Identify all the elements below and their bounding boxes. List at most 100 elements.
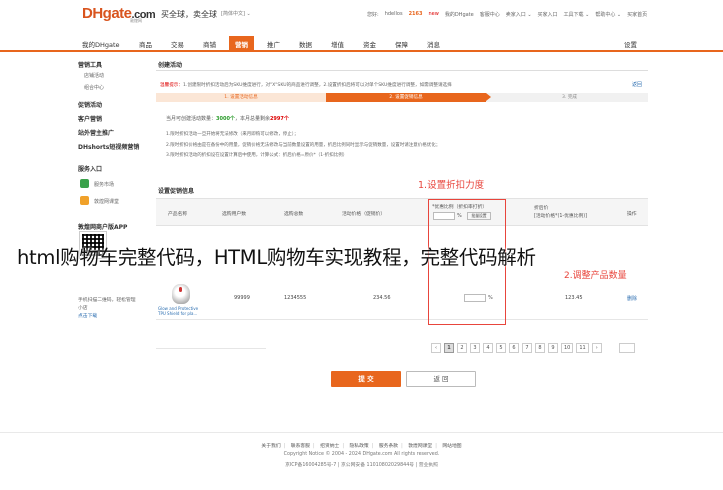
nav-messages[interactable]: 消息 <box>427 39 440 49</box>
logo-text: DHgate <box>82 5 132 22</box>
col-final-price-formula: [活动价格*(1-优惠比例)] <box>534 214 588 219</box>
pager-divider <box>156 348 266 349</box>
overlay-watermark-title: html购物车完整代码，HTML购物车实现教程，完整代码解析 <box>17 246 536 269</box>
top-link-tools[interactable]: 工具下载 ⌄ <box>564 11 590 18</box>
top-link-help[interactable]: 帮助中心 ⌄ <box>595 11 621 18</box>
pager-prev[interactable]: ‹ <box>431 343 441 353</box>
col-final-price: 折后价 <box>534 206 549 211</box>
count-middle: ，本月总量剩余 <box>234 116 270 122</box>
tip-prefix: 温馨提示： <box>160 83 183 88</box>
footer-license[interactable]: 京ICP备16004285号-7 | 京公网安备 11010802029844号… <box>0 461 723 468</box>
annotation-discount: 1.设置折扣力度 <box>418 180 485 191</box>
step-activity-info: 1. 设置活动信息 <box>156 93 326 102</box>
top-link-seller[interactable]: 卖家入口 ⌄ <box>506 11 532 18</box>
nav-products[interactable]: 商品 <box>139 39 152 49</box>
row-delete-link[interactable]: 删除 <box>627 295 637 302</box>
sidebar-group-merchant-app: 敦煌网商户版APP <box>78 224 128 231</box>
sidebar: 营销工具 店铺活动 组合中心 促销活动 客户营销 站外营主推广 DHshorts… <box>78 58 146 328</box>
message-count[interactable]: 2163 <box>409 11 423 17</box>
col-product-name: 产品名称 <box>168 212 188 217</box>
footer-link-terms[interactable]: 服务条款 <box>379 444 398 449</box>
cell-total: 1234555 <box>284 295 307 301</box>
col-activity-price: 活动价格（促销价） <box>342 212 386 217</box>
back-button[interactable]: 返 回 <box>406 371 476 387</box>
pager-next[interactable]: › <box>591 343 602 353</box>
pager-page-8[interactable]: 8 <box>535 343 545 353</box>
pager-page-5[interactable]: 5 <box>496 343 506 353</box>
count-prefix: 当月可创建活动数量： <box>166 116 217 122</box>
footer-link-sitemap[interactable]: 网站地图 <box>442 444 461 449</box>
nav-funds[interactable]: 资金 <box>363 39 376 49</box>
sidebar-group-offsite-promotion[interactable]: 站外营主推广 <box>78 128 114 137</box>
username-link[interactable]: hdellos <box>385 11 403 17</box>
top-link-my-dhgate[interactable]: 我的DHgate <box>445 11 474 18</box>
footer-link-careers[interactable]: 招贤纳士 <box>320 444 339 449</box>
top-links: 您好: hdellos 2163 new 我的DHgate 客服中心 卖家入口 … <box>367 9 707 19</box>
pager-page-10[interactable]: 10 <box>561 343 574 353</box>
app-download-link[interactable]: 点击下载 <box>78 312 97 319</box>
cell-final-price: 123.45 <box>565 295 583 301</box>
product-image[interactable] <box>172 284 190 304</box>
pager-page-7[interactable]: 7 <box>522 343 532 353</box>
nav-settings[interactable]: 设置 <box>624 39 637 49</box>
nav-marketing[interactable]: 营销 <box>229 36 254 51</box>
footer-link-classroom[interactable]: 敦煌网课堂 <box>408 444 432 449</box>
nav-promotion[interactable]: 推广 <box>267 39 280 49</box>
pager-page-6[interactable]: 6 <box>509 343 519 353</box>
pager-page-1[interactable]: 1 <box>444 343 454 353</box>
nav-data[interactable]: 数据 <box>299 39 312 49</box>
main-content: 创建活动 温馨提示：1.创建限时折扣活动后为SKU维度进行，对"X"SKU的商品… <box>156 58 650 388</box>
new-badge: new <box>428 11 439 17</box>
cell-activity-price: 234.56 <box>373 295 391 301</box>
count-remaining: 2997个 <box>269 116 289 122</box>
cell-buyers: 99999 <box>234 295 250 301</box>
count-total: 3000个 <box>216 116 235 122</box>
sidebar-item-store-activity[interactable]: 店铺活动 <box>84 72 104 79</box>
service-market-icon <box>80 179 89 188</box>
submit-button[interactable]: 提 交 <box>331 371 401 387</box>
pager-jump-input[interactable] <box>619 343 635 353</box>
sidebar-group-promotions[interactable]: 促销活动 <box>78 100 102 109</box>
col-action: 操作 <box>627 212 637 217</box>
pager-page-9[interactable]: 9 <box>548 343 558 353</box>
footer-link-privacy[interactable]: 隐私政策 <box>350 444 369 449</box>
pager-page-11[interactable]: 11 <box>576 343 589 353</box>
classroom-icon <box>80 196 89 205</box>
sidebar-item-service-market[interactable]: 服务市场 <box>94 181 114 188</box>
step-complete: 3. 完成 <box>561 95 578 100</box>
top-header: DHgate.com 敦煌网 买全球，卖全球 [简体中文] ⌄ 您好: hdel… <box>0 0 723 34</box>
pager-page-3[interactable]: 3 <box>470 343 480 353</box>
nav-trade[interactable]: 交易 <box>171 39 184 49</box>
nav-shop[interactable]: 商铺 <box>203 39 216 49</box>
nav-value-added[interactable]: 增值 <box>331 39 344 49</box>
footer-copyright: Copyright Notice © 2004 - 2024 DHgate.co… <box>283 452 440 457</box>
logo-subtitle: 敦煌网 <box>130 18 142 23</box>
nav-my-dhgate[interactable]: 我的DHgate <box>82 39 120 49</box>
pager-page-2[interactable]: 2 <box>457 343 467 353</box>
sidebar-group-dhshorts[interactable]: DHshorts短视频营销 <box>78 142 139 151</box>
top-link-buyer[interactable]: 买家入口 <box>538 11 558 18</box>
product-name-link[interactable]: Glow and Protective TPU Shield for pla..… <box>158 306 198 316</box>
footer-link-contact[interactable]: 联系客服 <box>291 444 310 449</box>
top-link-buyer-home[interactable]: 买家首页 <box>627 11 647 18</box>
activity-count-line: 当月可创建活动数量：3000个，本月总量剩余2997个 <box>166 115 289 122</box>
pager-page-4[interactable]: 4 <box>483 343 493 353</box>
sidebar-group-customer-marketing[interactable]: 客户营销 <box>78 114 102 123</box>
qr-caption: 手机扫描二维码，轻松管理 <box>78 298 136 303</box>
language-selector[interactable]: [简体中文] ⌄ <box>221 10 251 17</box>
nav-protection[interactable]: 保障 <box>395 39 408 49</box>
promo-section-title: 设置促销信息 <box>158 188 195 195</box>
rule-item: 2.限时折扣价格由是在备份中的用量，促销价格无法修改与当前数量设置的用量，折后比… <box>166 142 441 148</box>
back-link[interactable]: 返回 <box>632 81 642 88</box>
dhgate-logo[interactable]: DHgate.com <box>82 5 156 22</box>
sidebar-group-marketing-tools[interactable]: 营销工具 <box>78 60 102 69</box>
top-link-customer-service[interactable]: 客服中心 <box>480 11 500 18</box>
sidebar-item-bundle-center[interactable]: 组合中心 <box>84 84 104 91</box>
table-row: Glow and Protective TPU Shield for pla..… <box>156 280 648 320</box>
pagination: ‹ 1 2 3 4 5 6 7 8 9 10 11 › <box>431 343 602 353</box>
page-title: 创建活动 <box>158 62 183 69</box>
footer-links: 关于我们 | 联系客服 | 招贤纳士 | 隐私政策 | 服务条款 | 敦煌网课堂 | 网站地… <box>261 444 462 449</box>
footer-link-about[interactable]: 关于我们 <box>261 444 280 449</box>
sidebar-item-classroom[interactable]: 敦煌网课堂 <box>94 198 119 205</box>
rule-item: 3.限时折扣活动的折扣设在设置计算后中使用，计算公式：折后价格=原价*（1-折扣… <box>166 153 348 158</box>
